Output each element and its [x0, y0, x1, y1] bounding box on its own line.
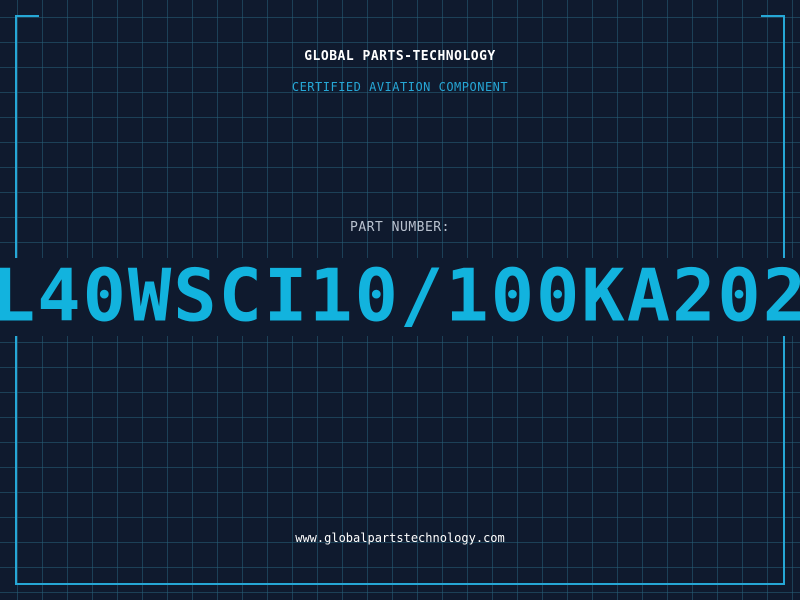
frame-corner-top-left: [15, 15, 39, 39]
website-link[interactable]: www.globalpartstechnology.com: [0, 531, 800, 545]
part-number-value: L40WSCI10/100KA202: [0, 258, 800, 336]
part-number-band: L40WSCI10/100KA202: [0, 258, 800, 336]
frame-bottom-border: [15, 583, 785, 585]
certification-subtitle: CERTIFIED AVIATION COMPONENT: [291, 80, 509, 94]
frame-corner-bottom-right: [761, 561, 785, 585]
part-number-label: PART NUMBER:: [350, 220, 450, 235]
frame-corner-bottom-left: [15, 561, 39, 585]
frame-corner-top-right: [761, 15, 785, 39]
company-name: GLOBAL PARTS-TECHNOLOGY: [304, 49, 496, 64]
certificate-card: GLOBAL PARTS-TECHNOLOGY CERTIFIED AVIATI…: [0, 0, 800, 600]
